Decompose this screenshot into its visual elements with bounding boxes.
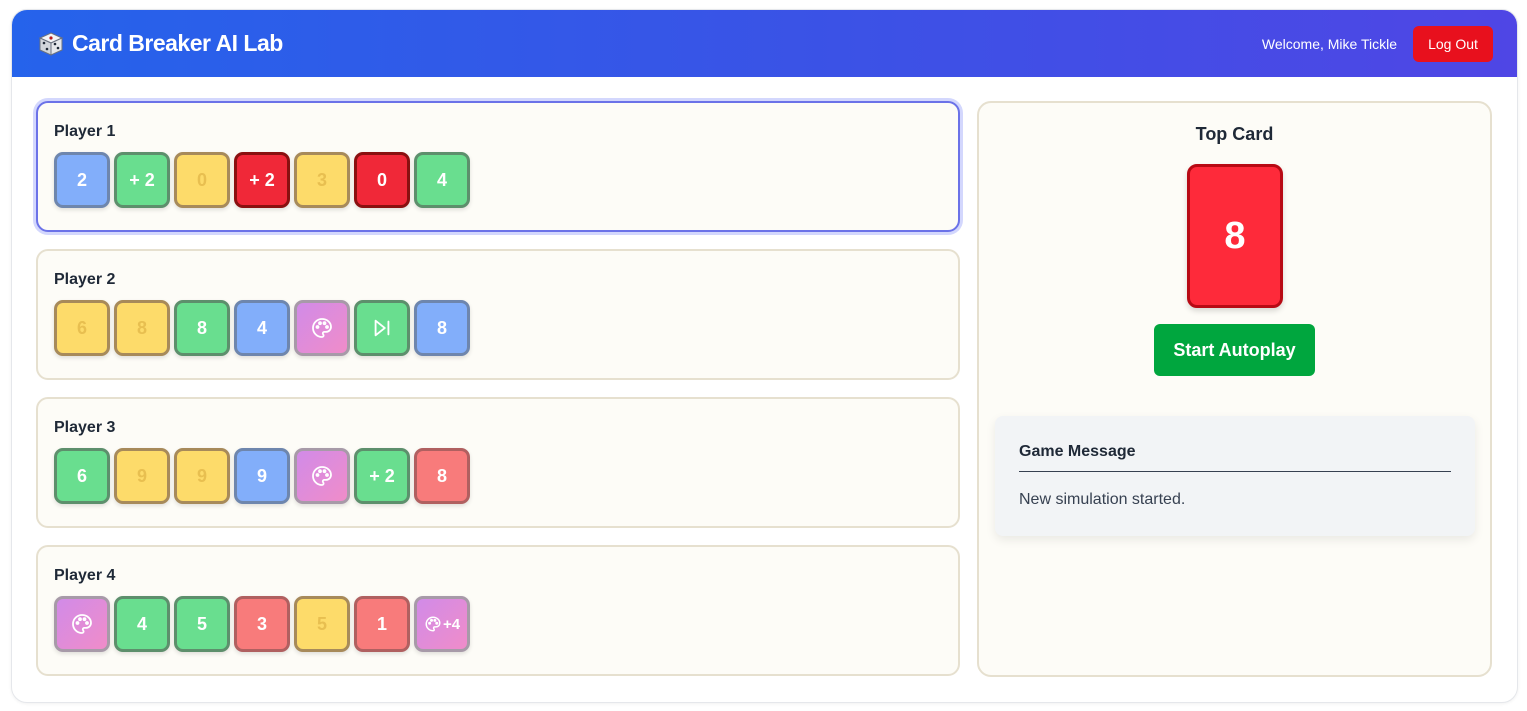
hand-card[interactable]: 4 [414,152,470,208]
hand-card[interactable]: + 2 [354,448,410,504]
player-hand: 4 5 3 5 1 +4 [54,596,470,652]
hand-card[interactable]: 6 [54,448,110,504]
hand-card[interactable]: 9 [234,448,290,504]
player-hand: 2 + 2 0 + 2 3 0 4 [54,152,470,208]
hand-card[interactable]: + 2 [114,152,170,208]
card-label: + 2 [129,169,155,190]
player-panel: Player 3 6 9 9 9 + 2 8 [36,397,960,528]
card-label: 4 [136,613,147,634]
palette-icon [310,464,334,488]
card-label: +4 [442,615,461,633]
card-label: 4 [256,317,267,338]
top-card-title: Top Card [1195,124,1274,144]
card-label: 2 [76,169,87,190]
player-name: Player 4 [54,567,116,584]
hand-card[interactable] [294,448,350,504]
player-panel: Player 4 4 5 3 5 1 +4 [36,545,960,676]
card-label: + 2 [369,465,395,486]
hand-card[interactable]: 1 [354,596,410,652]
hand-card[interactable]: 5 [294,596,350,652]
card-label: 9 [196,465,207,486]
hand-card[interactable]: 8 [414,448,470,504]
game-message-box: Game Message New simulation started. [995,416,1475,536]
hand-card[interactable]: + 2 [234,152,290,208]
user-area: Welcome, Mike Tickle Log Out [1261,25,1493,62]
card-label: 6 [76,317,87,338]
hand-card[interactable]: 0 [354,152,410,208]
card-label: + 2 [249,169,275,190]
hand-card[interactable] [54,596,110,652]
card-label: 4 [436,169,447,190]
hand-card[interactable]: 8 [174,300,230,356]
hand-card[interactable]: +4 [414,596,470,652]
card-label: 3 [256,613,267,634]
hand-card[interactable]: 6 [54,300,110,356]
hand-card[interactable]: 2 [54,152,110,208]
hand-card[interactable] [354,300,410,356]
player-hand: 6 8 8 4 8 [54,300,470,356]
hand-card[interactable] [294,300,350,356]
card-label: 9 [136,465,147,486]
welcome-text: Welcome, Mike Tickle [1261,35,1397,52]
card-label: 5 [196,613,207,634]
hand-card[interactable]: 9 [114,448,170,504]
dice-icon [38,31,64,57]
hand-card[interactable]: 8 [414,300,470,356]
hand-card[interactable]: 4 [114,596,170,652]
hand-card[interactable]: 5 [174,596,230,652]
card-label: 8 [436,465,447,486]
player-name: Player 1 [54,123,116,140]
game-message-text: New simulation started. [1019,491,1186,508]
brand: Card Breaker AI Lab [38,30,283,57]
hand-card[interactable]: 3 [294,152,350,208]
card-label: 8 [196,317,207,338]
app-title: Card Breaker AI Lab [72,30,283,56]
card-label: 8 [136,317,147,338]
card-label: 1 [376,613,387,634]
skip-icon [371,317,393,339]
palette-icon [424,615,442,633]
card-label: 3 [316,169,327,190]
hand-card[interactable]: 0 [174,152,230,208]
app-window: Card Breaker AI Lab Welcome, Mike Tickle… [11,9,1518,703]
player-hand: 6 9 9 9 + 2 8 [54,448,470,504]
player-panel: Player 2 6 8 8 4 8 [36,249,960,380]
palette-icon [70,612,94,636]
card-label: 8 [436,317,447,338]
card-label: 0 [376,169,387,190]
card-label: 6 [76,465,87,486]
card-label: 9 [256,465,267,486]
app-header: Card Breaker AI Lab Welcome, Mike Tickle… [12,10,1517,77]
top-card: 8 [1187,164,1283,308]
start-autoplay-button[interactable]: Start Autoplay [1154,324,1315,376]
game-side-panel: Top Card 8 Start Autoplay Game Message N… [977,101,1492,677]
game-message-title: Game Message [1019,443,1136,460]
hand-card[interactable]: 4 [234,300,290,356]
player-name: Player 2 [54,271,116,288]
hand-card[interactable]: 8 [114,300,170,356]
hand-card[interactable]: 9 [174,448,230,504]
card-label: 0 [196,169,207,190]
palette-icon [310,316,334,340]
player-panel: Player 1 2 + 2 0 + 2 3 0 4 [36,101,960,232]
divider [1019,471,1451,472]
player-name: Player 3 [54,419,116,436]
card-label: 5 [316,613,327,634]
logout-button[interactable]: Log Out [1413,25,1493,62]
hand-card[interactable]: 3 [234,596,290,652]
